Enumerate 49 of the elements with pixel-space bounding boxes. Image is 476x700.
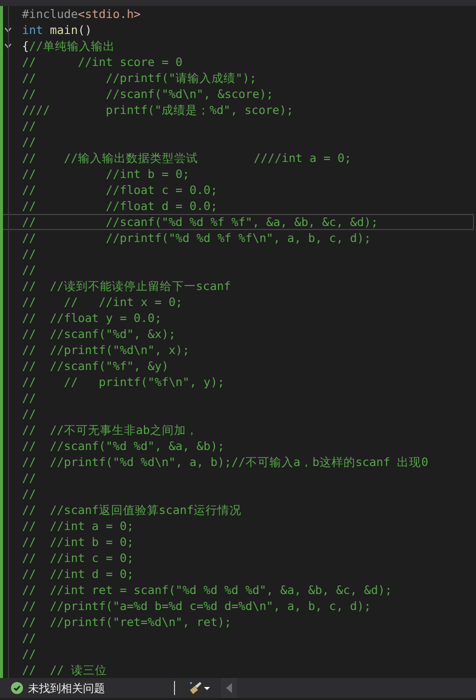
code-line: // //scanf返回值验算scanf运行情况 — [22, 502, 242, 518]
code-line: // — [22, 646, 36, 662]
code-line: //// printf("成绩是；%d", score); — [22, 102, 294, 118]
code-line: #include<stdio.h> — [22, 6, 141, 22]
code-line: {//单纯输入输出 — [22, 38, 115, 54]
code-line: // — [22, 262, 36, 278]
code-line: // //scanf("%d", &x); — [22, 326, 176, 342]
code-line: // //scanf("%f", &y) — [22, 358, 169, 374]
code-line: // //scanf("%d %d", &a, &b); — [22, 438, 224, 454]
code-line: // //int b = 0; — [22, 534, 134, 550]
code-line: // //printf("%d\n", x); — [22, 342, 190, 358]
code-line: // //int a = 0; — [22, 518, 134, 534]
code-line: // //float d = 0.0; — [22, 198, 218, 214]
code-line: // — [22, 406, 36, 422]
code-line: // //float y = 0.0; — [22, 310, 162, 326]
check-icon — [11, 682, 23, 694]
code-line: // — [22, 470, 36, 486]
code-line: // //scanf("%d\n", &score); — [22, 86, 274, 102]
code-line: // //读到不能读停止留给下一scanf — [22, 278, 231, 294]
code-line: int main() — [22, 22, 92, 38]
code-editor[interactable] — [0, 6, 476, 678]
chevron-icon[interactable] — [4, 27, 12, 33]
issues-status[interactable]: 未找到相关问题 — [28, 680, 105, 696]
code-line: // — [22, 246, 36, 262]
code-line: // //int b = 0; — [22, 166, 190, 182]
code-line: // — [22, 486, 36, 502]
code-line: // //printf("a=%d b=%d c=%d d=%d\n", a, b, c, d); — [22, 598, 372, 614]
code-line: // //输入输出数据类型尝试 ////int a = 0; — [22, 150, 352, 166]
code-line: // //printf("%d %d\n", a, b);//不可输入a，b这样的scanf 出现0 — [22, 454, 428, 470]
code-line: // //int d = 0; — [22, 566, 134, 582]
code-line: // — [22, 118, 36, 134]
code-line: // //不可无事生非ab之间加， — [22, 422, 198, 438]
code-line: // — [22, 630, 36, 646]
scroll-left-button[interactable] — [221, 678, 237, 698]
code-line: // //int c = 0; — [22, 550, 134, 566]
code-line: // //int ret = scanf("%d %d %d %d", &a, &b, &c, &d); — [22, 582, 392, 598]
code-line: // // printf("%f\n", y); — [22, 374, 224, 390]
code-line: // //printf("%d %d %f %f\n", a, b, c, d); — [22, 230, 372, 246]
code-line: // //float c = 0.0; — [22, 182, 218, 198]
code-text: // //scanf("%d %d %f %f", &a, &b, &c, &d); — [22, 214, 378, 230]
code-line: // — [22, 390, 36, 406]
caret-left-icon — [226, 683, 232, 693]
code-line: // //int score = 0 — [22, 54, 183, 70]
code-line: // //printf("请输入成绩"); — [22, 70, 257, 86]
code-line: // // //int x = 0; — [22, 294, 183, 310]
code-line: // // 读三位 — [22, 662, 107, 678]
code-line: // //printf("ret=%d\n", ret); — [22, 614, 232, 630]
code-line: // — [22, 134, 36, 150]
chevron-icon[interactable] — [4, 43, 12, 49]
